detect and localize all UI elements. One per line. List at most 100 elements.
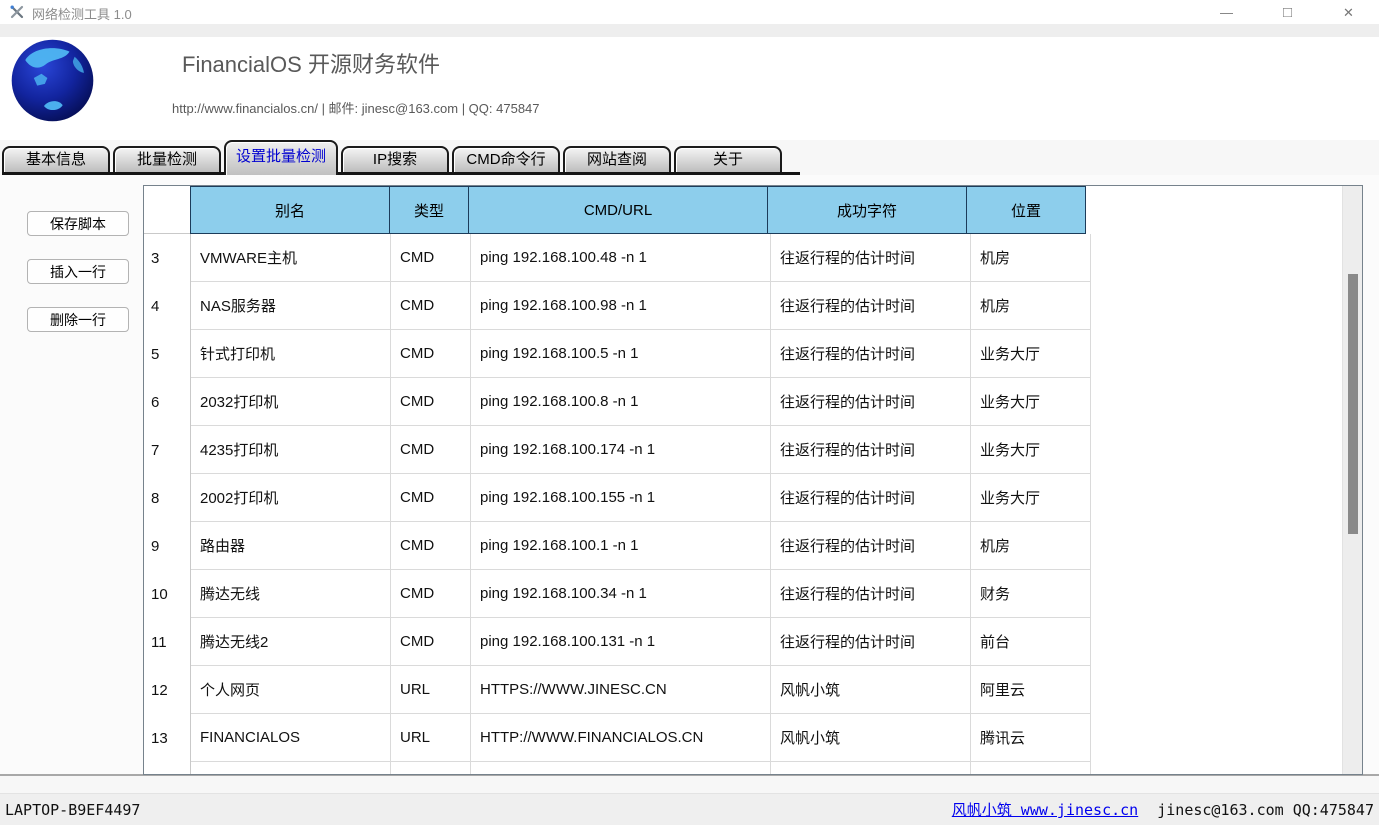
- tab-about[interactable]: 关于: [674, 146, 782, 172]
- cell-type[interactable]: CMD: [391, 522, 471, 570]
- tab-batch-check-settings[interactable]: 设置批量检测: [224, 140, 338, 175]
- cell-alias[interactable]: FINANCIALOS: [191, 714, 391, 762]
- cell-alias[interactable]: 2032打印机: [191, 378, 391, 426]
- cell-location[interactable]: 业务大厅: [971, 378, 1091, 426]
- cell-alias[interactable]: 2002打印机: [191, 474, 391, 522]
- title-bar: 网络检测工具 1.0 — □ ✕: [0, 0, 1379, 24]
- maximize-icon: □: [1283, 5, 1292, 20]
- computer-name: LAPTOP-B9EF4497: [5, 801, 140, 819]
- cell-location[interactable]: 业务大厅: [971, 330, 1091, 378]
- cell-success[interactable]: 往返行程的估计时间: [771, 570, 971, 618]
- row-number-cell[interactable]: 6: [144, 378, 191, 426]
- data-grid[interactable]: 别名类型CMD/URL成功字符位置 3VMWARE主机CMDping 192.1…: [143, 185, 1363, 775]
- cell-cmd[interactable]: ping 192.168.100.5 -n 1: [471, 330, 771, 378]
- tab-bar: 基本信息批量检测设置批量检测IP搜索CMD命令行网站查阅关于: [2, 140, 800, 175]
- cell-alias[interactable]: 腾达无线: [191, 570, 391, 618]
- cell-type[interactable]: URL: [391, 666, 471, 714]
- tab-batch-check[interactable]: 批量检测: [113, 146, 221, 172]
- maximize-button[interactable]: □: [1257, 0, 1318, 24]
- row-number-cell[interactable]: 13: [144, 714, 191, 762]
- minimize-button[interactable]: —: [1196, 0, 1257, 24]
- cell-cmd[interactable]: ping 192.168.100.155 -n 1: [471, 474, 771, 522]
- column-header[interactable]: 成功字符: [767, 186, 967, 234]
- cell-cmd[interactable]: ping 192.168.100.1 -n 1: [471, 522, 771, 570]
- column-header[interactable]: 类型: [389, 186, 469, 234]
- cell-location[interactable]: 机房: [971, 522, 1091, 570]
- cell-type[interactable]: CMD: [391, 282, 471, 330]
- cell-location[interactable]: 业务大厅: [971, 426, 1091, 474]
- cell-success[interactable]: 往返行程的估计时间: [771, 282, 971, 330]
- app-subtitle: http://www.financialos.cn/ | 邮件: jinesc@…: [172, 98, 540, 117]
- cell-location[interactable]: 机房: [971, 234, 1091, 282]
- cell-success[interactable]: 往返行程的估计时间: [771, 378, 971, 426]
- cell-type[interactable]: URL: [391, 714, 471, 762]
- tab-ip-search[interactable]: IP搜索: [341, 146, 449, 172]
- row-number-cell[interactable]: 8: [144, 474, 191, 522]
- save-script-button[interactable]: 保存脚本: [27, 211, 129, 236]
- insert-row-button[interactable]: 插入一行: [27, 259, 129, 284]
- cell-success[interactable]: 往返行程的估计时间: [771, 522, 971, 570]
- cell-alias[interactable]: 4235打印机: [191, 426, 391, 474]
- cell-alias[interactable]: 腾达无线2: [191, 618, 391, 666]
- row-number-cell[interactable]: 11: [144, 618, 191, 666]
- cell-cmd[interactable]: ping 192.168.100.131 -n 1: [471, 618, 771, 666]
- vertical-scrollbar[interactable]: [1342, 186, 1362, 774]
- table-row: 5针式打印机CMDping 192.168.100.5 -n 1往返行程的估计时…: [144, 330, 1362, 378]
- row-number-cell[interactable]: 7: [144, 426, 191, 474]
- cell-empty: [471, 762, 771, 775]
- window-title: 网络检测工具 1.0: [32, 4, 132, 23]
- cell-cmd[interactable]: ping 192.168.100.174 -n 1: [471, 426, 771, 474]
- cell-cmd[interactable]: ping 192.168.100.98 -n 1: [471, 282, 771, 330]
- row-number-cell[interactable]: 3: [144, 234, 191, 282]
- cell-success[interactable]: 往返行程的估计时间: [771, 618, 971, 666]
- cell-alias[interactable]: NAS服务器: [191, 282, 391, 330]
- cell-type[interactable]: CMD: [391, 426, 471, 474]
- cell-type[interactable]: CMD: [391, 570, 471, 618]
- website-link[interactable]: 风帆小筑 www.jinesc.cn: [952, 801, 1138, 819]
- cell-alias[interactable]: 个人网页: [191, 666, 391, 714]
- cell-success[interactable]: 风帆小筑: [771, 666, 971, 714]
- cell-location[interactable]: 腾讯云: [971, 714, 1091, 762]
- cell-type[interactable]: CMD: [391, 378, 471, 426]
- close-button[interactable]: ✕: [1318, 0, 1379, 24]
- cell-cmd[interactable]: ping 192.168.100.34 -n 1: [471, 570, 771, 618]
- cell-success[interactable]: 往返行程的估计时间: [771, 426, 971, 474]
- cell-cmd[interactable]: ping 192.168.100.48 -n 1: [471, 234, 771, 282]
- cell-type[interactable]: CMD: [391, 474, 471, 522]
- cell-empty: [391, 762, 471, 775]
- cell-cmd[interactable]: ping 192.168.100.8 -n 1: [471, 378, 771, 426]
- scrollbar-thumb[interactable]: [1348, 274, 1358, 534]
- cell-type[interactable]: CMD: [391, 618, 471, 666]
- cell-location[interactable]: 阿里云: [971, 666, 1091, 714]
- table-row: 82002打印机CMDping 192.168.100.155 -n 1往返行程…: [144, 474, 1362, 522]
- delete-row-button[interactable]: 删除一行: [27, 307, 129, 332]
- column-header[interactable]: CMD/URL: [468, 186, 768, 234]
- column-header[interactable]: 位置: [966, 186, 1086, 234]
- row-number-cell[interactable]: 10: [144, 570, 191, 618]
- row-number-cell[interactable]: 9: [144, 522, 191, 570]
- cell-location[interactable]: 财务: [971, 570, 1091, 618]
- cell-alias[interactable]: 路由器: [191, 522, 391, 570]
- table-row: 62032打印机CMDping 192.168.100.8 -n 1往返行程的估…: [144, 378, 1362, 426]
- cell-success[interactable]: 往返行程的估计时间: [771, 234, 971, 282]
- cell-cmd[interactable]: HTTPS://WWW.JINESC.CN: [471, 666, 771, 714]
- tab-site-view[interactable]: 网站查阅: [563, 146, 671, 172]
- cell-type[interactable]: CMD: [391, 330, 471, 378]
- cell-success[interactable]: 往返行程的估计时间: [771, 330, 971, 378]
- table-row: 11腾达无线2CMDping 192.168.100.131 -n 1往返行程的…: [144, 618, 1362, 666]
- tab-basic-info[interactable]: 基本信息: [2, 146, 110, 172]
- cell-success[interactable]: 往返行程的估计时间: [771, 474, 971, 522]
- cell-cmd[interactable]: HTTP://WWW.FINANCIALOS.CN: [471, 714, 771, 762]
- row-number-cell[interactable]: 5: [144, 330, 191, 378]
- cell-alias[interactable]: 针式打印机: [191, 330, 391, 378]
- cell-location[interactable]: 业务大厅: [971, 474, 1091, 522]
- row-number-cell[interactable]: 12: [144, 666, 191, 714]
- tab-cmd-line[interactable]: CMD命令行: [452, 146, 560, 172]
- cell-success[interactable]: 风帆小筑: [771, 714, 971, 762]
- cell-alias[interactable]: VMWARE主机: [191, 234, 391, 282]
- cell-type[interactable]: CMD: [391, 234, 471, 282]
- cell-location[interactable]: 前台: [971, 618, 1091, 666]
- cell-location[interactable]: 机房: [971, 282, 1091, 330]
- row-number-cell[interactable]: 4: [144, 282, 191, 330]
- column-header[interactable]: 别名: [190, 186, 390, 234]
